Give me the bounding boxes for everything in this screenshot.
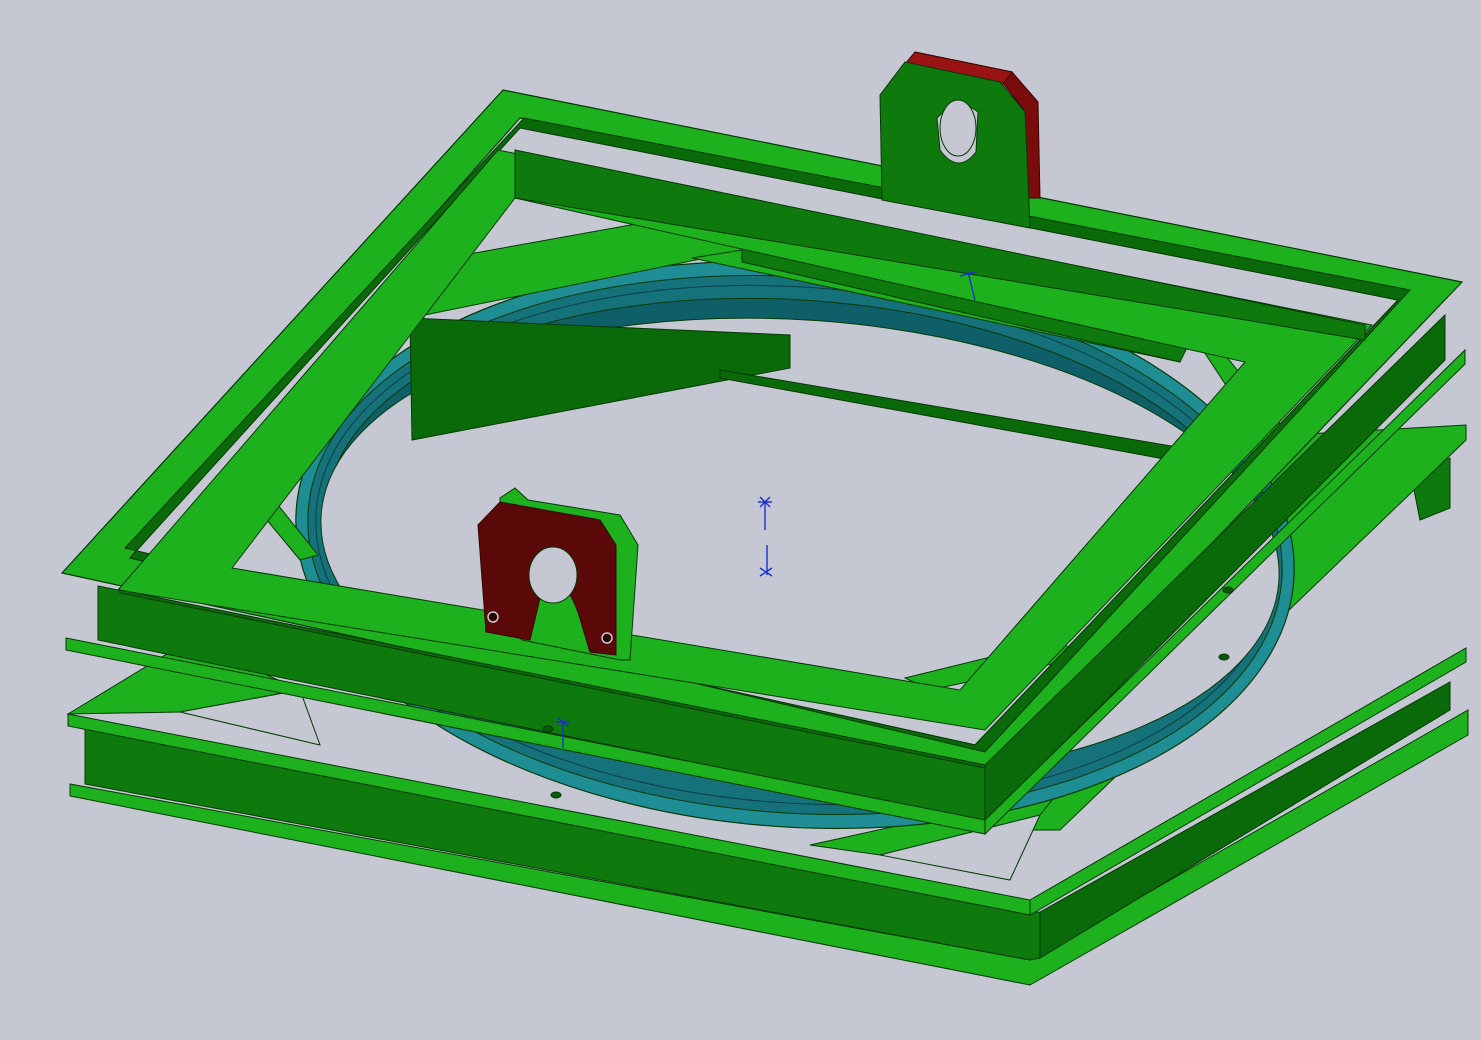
lug-front-bolt-right [601,632,613,644]
bolt-hole [1222,586,1234,594]
assembly-view[interactable] [0,0,1481,1040]
bolt-hole [550,791,562,799]
lug-front-hole [528,546,578,604]
lug-front-bolt-left [487,611,499,623]
lug-back-hole [939,99,977,157]
lifting-lug-back[interactable] [879,51,1041,229]
lifting-lug-front[interactable] [477,487,639,661]
bolt-hole [542,725,554,733]
3d-model-viewport[interactable] [0,0,1481,1040]
bolt-hole [1218,653,1230,661]
